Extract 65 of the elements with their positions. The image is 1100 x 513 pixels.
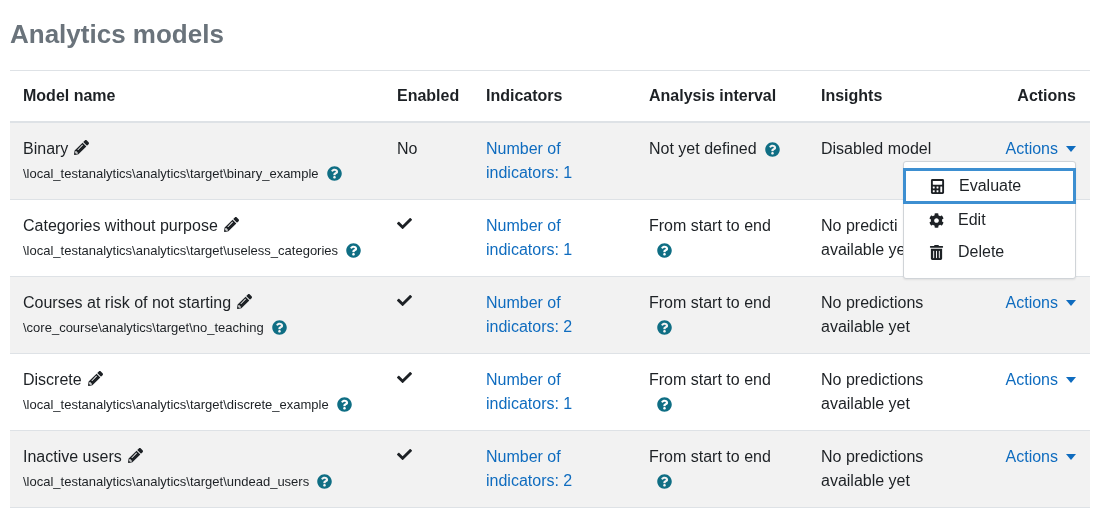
- model-name: Inactive users: [23, 448, 122, 465]
- caret-icon: [1066, 300, 1076, 306]
- target-path: \local_testanalytics\analytics\target\useless_categories: [23, 243, 339, 258]
- column-header: Model name: [22, 87, 117, 105]
- caret-icon: [1066, 146, 1076, 152]
- pencil-icon[interactable]: [74, 140, 90, 155]
- indicators-link[interactable]: Number of indicators: 1: [486, 368, 586, 416]
- column-header: Enabled: [396, 87, 461, 105]
- model-name: Categories without purpose: [23, 217, 218, 234]
- pencil-icon[interactable]: [127, 448, 143, 463]
- model-name: Binary: [23, 140, 69, 157]
- column-header: Indicators: [485, 87, 564, 105]
- insights-text: No predictions: [821, 294, 924, 311]
- indicators-link[interactable]: Number of indicators: 2: [486, 291, 586, 339]
- model-name: Discrete: [23, 371, 82, 388]
- pencil-icon[interactable]: [87, 371, 103, 386]
- help-icon[interactable]: [764, 142, 780, 157]
- help-icon[interactable]: [326, 166, 342, 181]
- indicators-link[interactable]: Number of indicators: 2: [486, 445, 586, 493]
- insights-text: No predicti: [821, 217, 898, 234]
- actions-menu[interactable]: Actions: [1005, 368, 1076, 392]
- interval-text: From start to end: [649, 371, 771, 388]
- calculator-icon: [930, 178, 945, 194]
- target-path: \local_testanalytics\analytics\target\discrete_example: [23, 397, 329, 412]
- actions-menu[interactable]: Actions: [1005, 445, 1076, 469]
- help-icon[interactable]: [317, 474, 333, 489]
- actions-menu[interactable]: Actions: [1005, 137, 1076, 161]
- pencil-icon[interactable]: [223, 217, 239, 232]
- target-path: \local_testanalytics\analytics\target\binary_example: [23, 166, 319, 181]
- help-icon[interactable]: [657, 474, 672, 489]
- insights-text: available yet: [821, 318, 910, 335]
- insights-text: No predictions: [821, 371, 924, 388]
- caret-icon: [1066, 454, 1076, 460]
- caret-icon: [1066, 377, 1076, 383]
- insights-text: available yet: [821, 395, 910, 412]
- target-path: \local_testanalytics\analytics\target\undead_users: [23, 474, 310, 489]
- menu-item[interactable]: Delete: [903, 236, 1076, 268]
- help-icon[interactable]: [271, 320, 287, 335]
- insights-text: Disabled model: [821, 140, 932, 157]
- help-icon[interactable]: [657, 320, 672, 335]
- help-icon[interactable]: [336, 397, 352, 412]
- help-icon[interactable]: [657, 397, 672, 412]
- insights-text: No predictions: [821, 448, 924, 465]
- actions-menu[interactable]: Actions: [1005, 291, 1076, 315]
- target-path: \core_course\analytics\target\no_teaching: [23, 320, 264, 335]
- insights-text: available yet: [821, 472, 910, 489]
- column-header: Insights: [820, 87, 884, 105]
- help-icon[interactable]: [346, 243, 362, 258]
- page-title: Analytics models: [10, 18, 225, 50]
- column-header: Analysis interval: [648, 87, 778, 105]
- model-name: Courses at risk of not starting: [23, 294, 232, 311]
- interval-text: Not yet defined: [649, 140, 757, 157]
- trash-icon: [929, 244, 944, 260]
- interval-text: From start to end: [649, 448, 771, 465]
- interval-text: From start to end: [649, 217, 771, 234]
- interval-text: From start to end: [649, 294, 771, 311]
- help-icon[interactable]: [657, 243, 672, 258]
- indicators-link[interactable]: Number of indicators: 1: [486, 214, 586, 262]
- indicators-link[interactable]: Number of indicators: 1: [486, 137, 586, 185]
- menu-item[interactable]: Edit: [903, 204, 1076, 236]
- enabled-status: No: [397, 140, 418, 157]
- menu-item[interactable]: Evaluate: [903, 168, 1076, 204]
- gear-icon: [929, 212, 944, 228]
- pencil-icon[interactable]: [237, 294, 253, 309]
- column-header: Actions: [1016, 87, 1077, 105]
